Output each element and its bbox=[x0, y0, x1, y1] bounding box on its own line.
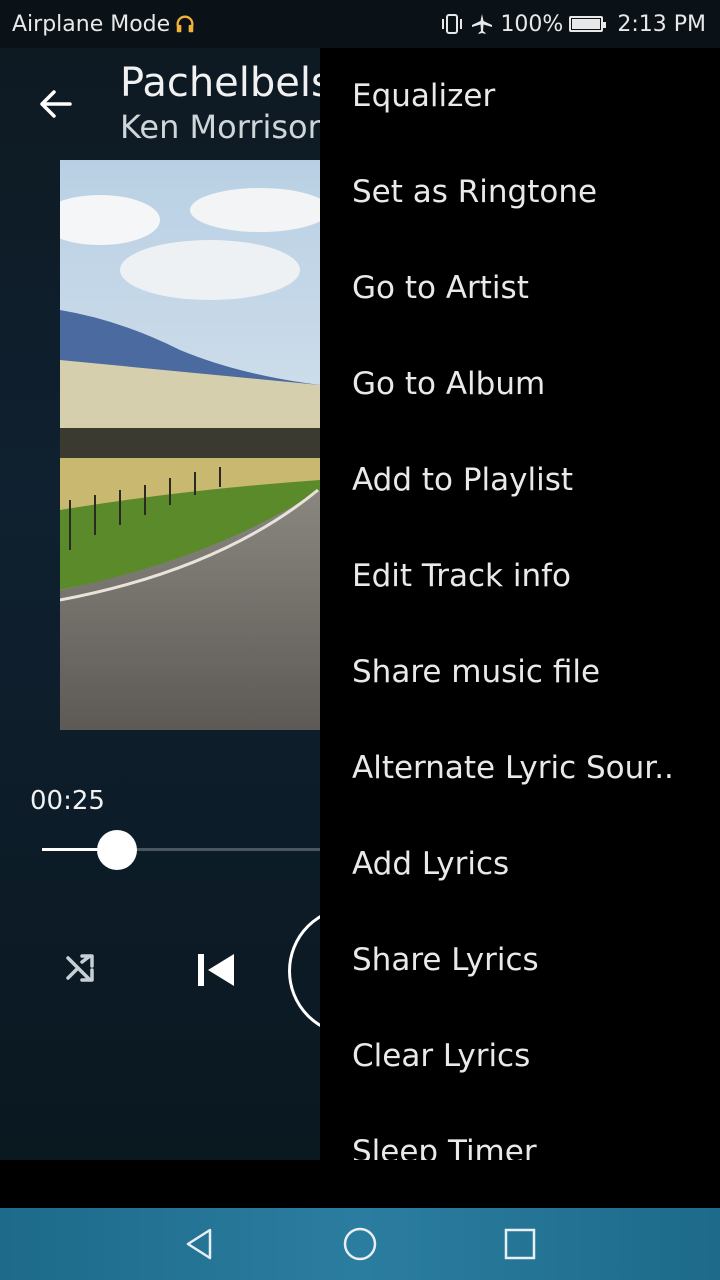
nav-recents-icon[interactable] bbox=[502, 1226, 538, 1262]
airplane-mode-label: Airplane Mode bbox=[12, 11, 171, 37]
battery-percent: 100% bbox=[500, 11, 564, 37]
time-elapsed: 00:25 bbox=[30, 786, 105, 816]
song-artist: Ken Morrisor bbox=[120, 108, 320, 146]
overflow-menu: Equalizer Set as Ringtone Go to Artist G… bbox=[320, 48, 720, 1170]
status-left: Airplane Mode bbox=[12, 12, 196, 37]
airplane-icon bbox=[472, 14, 493, 34]
menu-item-alternate-lyric-source[interactable]: Alternate Lyric Sour.. bbox=[320, 720, 720, 816]
menu-item-edit-track-info[interactable]: Edit Track info bbox=[320, 528, 720, 624]
status-bar: Airplane Mode 100% 2:13 PM bbox=[0, 0, 720, 48]
menu-item-go-to-artist[interactable]: Go to Artist bbox=[320, 240, 720, 336]
clock: 2:13 PM bbox=[617, 11, 706, 37]
nav-back-icon[interactable] bbox=[182, 1226, 218, 1262]
shuffle-icon[interactable] bbox=[60, 948, 100, 988]
bottom-strip bbox=[0, 1160, 720, 1208]
menu-item-clear-lyrics[interactable]: Clear Lyrics bbox=[320, 1008, 720, 1104]
menu-item-go-to-album[interactable]: Go to Album bbox=[320, 336, 720, 432]
nav-home-icon[interactable] bbox=[342, 1226, 378, 1262]
headphones-icon bbox=[176, 15, 194, 33]
status-right: 100% 2:13 PM bbox=[440, 12, 706, 37]
seek-bar[interactable] bbox=[42, 830, 320, 870]
battery-icon bbox=[569, 16, 607, 32]
menu-item-equalizer[interactable]: Equalizer bbox=[320, 48, 720, 144]
menu-item-share-lyrics[interactable]: Share Lyrics bbox=[320, 912, 720, 1008]
vibrate-icon bbox=[442, 14, 463, 34]
previous-track-icon[interactable] bbox=[194, 948, 238, 992]
album-artwork bbox=[60, 160, 320, 730]
navigation-bar bbox=[0, 1208, 720, 1280]
seek-bar-thumb[interactable] bbox=[97, 830, 138, 870]
back-arrow-icon[interactable] bbox=[36, 84, 76, 124]
song-title: Pachelbels bbox=[120, 60, 320, 106]
menu-item-add-lyrics[interactable]: Add Lyrics bbox=[320, 816, 720, 912]
menu-item-add-to-playlist[interactable]: Add to Playlist bbox=[320, 432, 720, 528]
menu-item-set-as-ringtone[interactable]: Set as Ringtone bbox=[320, 144, 720, 240]
battery-fill bbox=[572, 19, 601, 29]
menu-item-share-music-file[interactable]: Share music file bbox=[320, 624, 720, 720]
